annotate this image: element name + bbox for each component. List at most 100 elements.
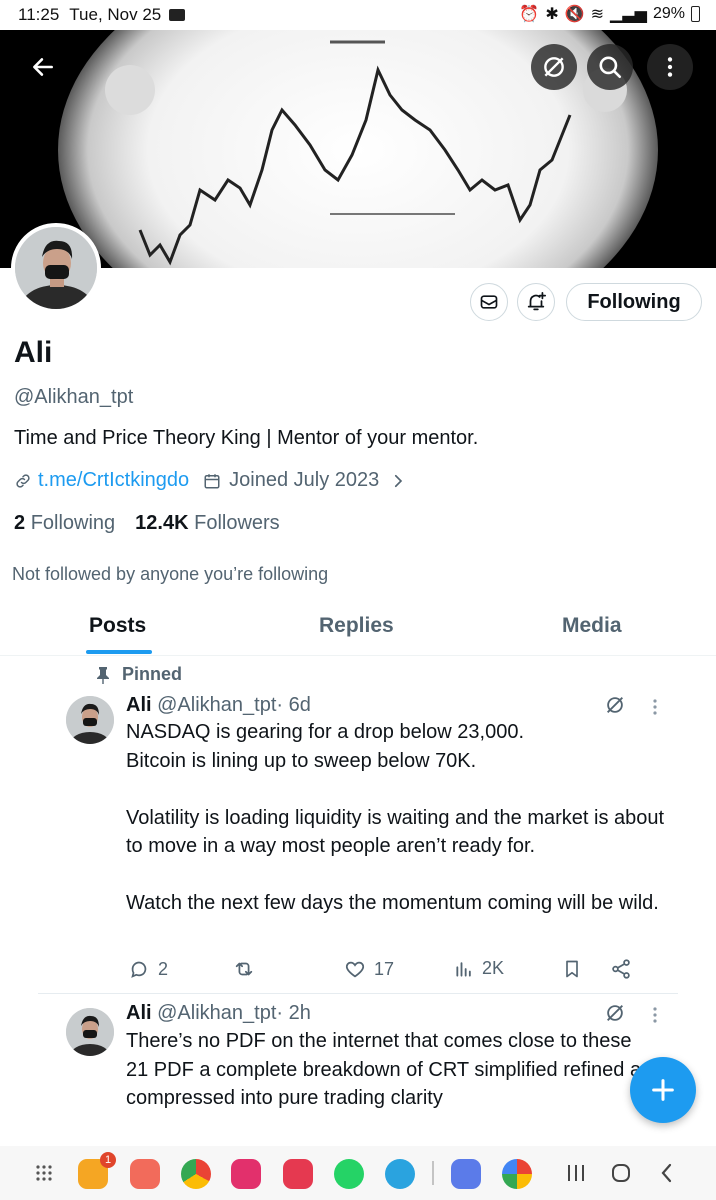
followers-count-link[interactable]: 12.4K Followers bbox=[135, 512, 280, 535]
tab-posts[interactable]: Posts bbox=[89, 614, 146, 638]
profile-handle: @Alikhan_tpt bbox=[14, 386, 134, 408]
more-vertical-icon bbox=[667, 57, 673, 77]
post-avatar-image bbox=[66, 1008, 114, 1056]
reply-count: 2 bbox=[158, 958, 169, 979]
post-author-handle: @Alikhan_tpt bbox=[157, 1002, 277, 1024]
post-header: Ali @Alikhan_tpt· 2h bbox=[126, 1002, 311, 1025]
post-text: NASDAQ is gearing for a drop below 23,00… bbox=[126, 721, 665, 914]
following-label: Following bbox=[30, 512, 116, 534]
post-actions: 2 17 2K bbox=[128, 956, 638, 986]
chrome-app-icon[interactable] bbox=[181, 1159, 211, 1189]
grok-icon[interactable] bbox=[604, 1002, 626, 1024]
heart-icon bbox=[345, 961, 365, 978]
battery-icon bbox=[691, 6, 700, 22]
active-tab-indicator bbox=[86, 650, 152, 654]
profile-name: Ali bbox=[14, 336, 53, 369]
music-app-icon[interactable] bbox=[451, 1159, 481, 1189]
status-time: 11:25 bbox=[18, 5, 60, 24]
back-button[interactable] bbox=[20, 44, 66, 90]
photos-app-icon[interactable] bbox=[502, 1159, 532, 1189]
search-icon bbox=[599, 56, 622, 79]
post-header: Ali @Alikhan_tpt· 6d bbox=[126, 694, 311, 717]
status-bar: 11:25 Tue, Nov 25 ⏰ ✱ 🔇 ≋ ▁▃▅ 29% bbox=[0, 0, 716, 30]
post-author-name[interactable]: Ali bbox=[126, 1002, 152, 1024]
post-author-handle: @Alikhan_tpt bbox=[157, 694, 277, 716]
grok-icon bbox=[544, 57, 564, 77]
post-time: · 6d bbox=[276, 694, 311, 716]
follow-counts: 2 Following 12.4K Followers bbox=[14, 512, 280, 535]
telegram-app-icon[interactable] bbox=[385, 1159, 415, 1189]
bar-chart-icon bbox=[456, 961, 471, 977]
nav-separator bbox=[432, 1161, 434, 1185]
status-icons: ⏰ ✱ 🔇 ≋ ▁▃▅ 29% bbox=[519, 4, 700, 24]
pinned-indicator: Pinned bbox=[96, 664, 182, 685]
bluetooth-icon: ✱ bbox=[545, 6, 559, 23]
camera-app-icon[interactable] bbox=[283, 1159, 313, 1189]
reply-icon bbox=[131, 961, 147, 978]
tab-media[interactable]: Media bbox=[562, 614, 622, 638]
status-date: Tue, Nov 25 bbox=[69, 5, 162, 24]
share-icon bbox=[612, 959, 630, 979]
back-arrow-icon bbox=[33, 58, 53, 76]
post-avatar[interactable] bbox=[66, 696, 114, 744]
following-button[interactable]: Following bbox=[566, 283, 702, 321]
tab-replies[interactable]: Replies bbox=[319, 614, 394, 638]
more-vertical-icon[interactable] bbox=[647, 1004, 663, 1026]
profile-avatar[interactable] bbox=[11, 223, 101, 313]
followers-label: Followers bbox=[194, 512, 280, 534]
not-followed-note: Not followed by anyone you’re following bbox=[12, 564, 329, 584]
view-count: 2K bbox=[482, 958, 505, 978]
message-button[interactable] bbox=[470, 283, 508, 321]
views-action[interactable]: 2K bbox=[454, 958, 504, 979]
post-avatar[interactable] bbox=[66, 1008, 114, 1056]
avatar-image bbox=[15, 227, 97, 309]
grok-button[interactable] bbox=[531, 44, 577, 90]
share-action[interactable] bbox=[610, 958, 632, 980]
repost-icon bbox=[235, 962, 253, 976]
repost-action[interactable] bbox=[232, 958, 256, 980]
post-avatar-image bbox=[66, 696, 114, 744]
profile-banner bbox=[0, 30, 716, 268]
chevron-right-icon[interactable] bbox=[389, 472, 407, 490]
app-drawer-icon[interactable] bbox=[34, 1163, 54, 1183]
profile-tabs: Posts Replies Media bbox=[0, 604, 716, 656]
home-icon[interactable] bbox=[610, 1162, 632, 1184]
notifications-button[interactable] bbox=[517, 283, 555, 321]
link-icon bbox=[16, 473, 30, 488]
search-button[interactable] bbox=[587, 44, 633, 90]
notification-badge: 1 bbox=[100, 1152, 116, 1168]
profile-link[interactable]: t.me/CrtIctkingdo bbox=[38, 469, 189, 492]
battery-level: 29% bbox=[652, 5, 685, 22]
recent-apps-icon[interactable] bbox=[565, 1162, 587, 1184]
alarm-icon: ⏰ bbox=[519, 6, 540, 23]
more-vertical-icon[interactable] bbox=[647, 696, 663, 718]
following-count: 2 bbox=[14, 512, 26, 534]
post-text: There’s no PDF on the internet that come… bbox=[126, 1030, 663, 1109]
following-count-link[interactable]: 2 Following bbox=[14, 512, 115, 535]
bookmark-icon bbox=[566, 960, 578, 978]
calendar-icon bbox=[204, 473, 220, 488]
followers-count: 12.4K bbox=[135, 512, 189, 534]
bell-plus-icon bbox=[527, 291, 547, 311]
post-author-name[interactable]: Ali bbox=[126, 694, 152, 716]
mute-icon: 🔇 bbox=[564, 6, 585, 23]
grok-icon[interactable] bbox=[604, 694, 626, 716]
compose-button[interactable] bbox=[630, 1057, 696, 1123]
back-icon[interactable] bbox=[656, 1162, 678, 1184]
reply-action[interactable]: 2 bbox=[128, 958, 168, 980]
signal-icon: ▁▃▅ bbox=[610, 6, 647, 23]
more-options-button[interactable] bbox=[647, 44, 693, 90]
folder-icon bbox=[169, 9, 186, 21]
pinned-label: Pinned bbox=[122, 664, 183, 684]
profile-meta: t.me/CrtIctkingdo Joined July 2023 bbox=[14, 469, 407, 492]
pin-icon bbox=[97, 666, 109, 684]
like-action[interactable]: 17 bbox=[344, 958, 394, 980]
whatsapp-app-icon[interactable] bbox=[334, 1159, 364, 1189]
plus-icon bbox=[652, 1079, 674, 1101]
bookmark-action[interactable] bbox=[562, 958, 582, 980]
post-time: · 2h bbox=[276, 1002, 311, 1024]
contacts-app-icon[interactable] bbox=[130, 1159, 160, 1189]
blossom-app-icon[interactable] bbox=[231, 1159, 261, 1189]
envelope-icon bbox=[480, 295, 498, 309]
system-nav-bar: 1 bbox=[0, 1146, 716, 1200]
